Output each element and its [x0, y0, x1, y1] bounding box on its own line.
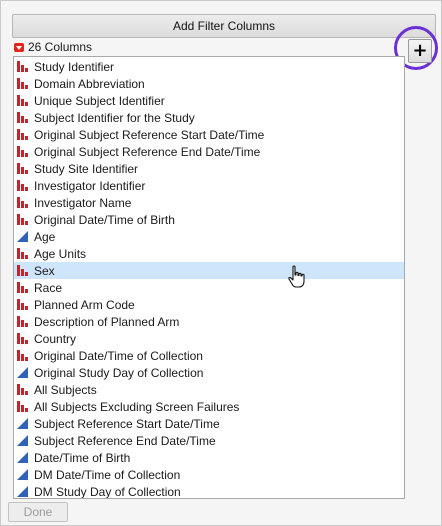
nominal-icon — [17, 333, 28, 344]
column-list-item[interactable]: Original Subject Reference Start Date/Ti… — [14, 126, 404, 143]
continuous-icon — [17, 452, 28, 463]
column-list-item[interactable]: All Subjects — [14, 381, 404, 398]
column-list-item-label: Original Date/Time of Collection — [34, 348, 203, 363]
column-list-item[interactable]: Race — [14, 279, 404, 296]
column-list-item[interactable]: Original Date/Time of Collection — [14, 347, 404, 364]
nominal-icon — [17, 146, 28, 157]
add-button[interactable]: + — [408, 39, 432, 63]
column-list-item[interactable]: Original Date/Time of Birth — [14, 211, 404, 228]
column-list-item[interactable]: Date/Time of Birth — [14, 449, 404, 466]
nominal-icon — [17, 316, 28, 327]
column-count-label: 26 Columns — [28, 40, 93, 54]
column-count-row: 26 Columns — [14, 39, 92, 55]
nominal-icon — [17, 95, 28, 106]
column-list-item-label: Description of Planned Arm — [34, 314, 180, 329]
column-list-item[interactable]: Subject Reference Start Date/Time — [14, 415, 404, 432]
nominal-icon — [17, 401, 28, 412]
column-list-item-label: Subject Reference End Date/Time — [34, 433, 216, 448]
filter-columns-panel: Add Filter Columns 26 Columns + Study Id… — [0, 0, 442, 526]
nominal-icon — [17, 384, 28, 395]
column-list-item[interactable]: Study Site Identifier — [14, 160, 404, 177]
nominal-icon — [17, 299, 28, 310]
nominal-icon — [17, 61, 28, 72]
column-list-item[interactable]: All Subjects Excluding Screen Failures — [14, 398, 404, 415]
column-list-item-label: DM Date/Time of Collection — [34, 467, 181, 482]
column-list-item[interactable]: Investigator Identifier — [14, 177, 404, 194]
column-list-item[interactable]: Original Study Day of Collection — [14, 364, 404, 381]
column-list-item[interactable]: Sex — [14, 262, 404, 279]
column-list-item[interactable]: Subject Identifier for the Study — [14, 109, 404, 126]
nominal-icon — [17, 350, 28, 361]
nominal-icon — [17, 78, 28, 89]
nominal-icon — [17, 129, 28, 140]
column-list-item[interactable]: DM Date/Time of Collection — [14, 466, 404, 483]
column-list-item[interactable]: Domain Abbreviation — [14, 75, 404, 92]
column-list-item[interactable]: Age — [14, 228, 404, 245]
column-list-item-label: Age Units — [34, 246, 87, 261]
column-list-item[interactable]: Study Identifier — [14, 58, 404, 75]
continuous-icon — [17, 435, 28, 446]
column-list-item[interactable]: DM Study Day of Collection — [14, 483, 404, 499]
column-list-item-label: Unique Subject Identifier — [34, 93, 165, 108]
column-list-item-label: Original Study Day of Collection — [34, 365, 204, 380]
nominal-icon — [17, 214, 28, 225]
hand-pointer-icon — [288, 265, 305, 288]
column-list-item[interactable]: Investigator Name — [14, 194, 404, 211]
column-list-item[interactable]: Unique Subject Identifier — [14, 92, 404, 109]
plus-icon: + — [412, 40, 428, 61]
column-list-item-label: Original Subject Reference End Date/Time — [34, 144, 261, 159]
column-list-item-label: All Subjects Excluding Screen Failures — [34, 399, 240, 414]
column-list-item-label: Original Subject Reference Start Date/Ti… — [34, 127, 265, 142]
nominal-icon — [17, 163, 28, 174]
column-list-item[interactable]: Description of Planned Arm — [14, 313, 404, 330]
column-list-item-label: Investigator Identifier — [34, 178, 146, 193]
column-list-item[interactable]: Age Units — [14, 245, 404, 262]
column-list-item-label: All Subjects — [34, 382, 97, 397]
column-list-item-label: Domain Abbreviation — [34, 76, 145, 91]
continuous-icon — [17, 469, 28, 480]
column-list-item-label: Race — [34, 280, 63, 295]
nominal-icon — [17, 197, 28, 208]
disclosure-menu-icon[interactable] — [14, 42, 24, 52]
continuous-icon — [17, 367, 28, 378]
nominal-icon — [17, 248, 28, 259]
column-list-item-label: Planned Arm Code — [34, 297, 135, 312]
column-list-item-label: DM Study Day of Collection — [34, 484, 181, 499]
add-filter-columns-button[interactable]: Add Filter Columns — [12, 14, 436, 38]
column-list-item[interactable]: Original Subject Reference End Date/Time — [14, 143, 404, 160]
nominal-icon — [17, 112, 28, 123]
column-list-item[interactable]: Planned Arm Code — [14, 296, 404, 313]
column-list-item-label: Date/Time of Birth — [34, 450, 131, 465]
nominal-icon — [17, 180, 28, 191]
column-list-item[interactable]: Subject Reference End Date/Time — [14, 432, 404, 449]
done-button[interactable]: Done — [8, 502, 68, 522]
continuous-icon — [17, 418, 28, 429]
nominal-icon — [17, 265, 28, 276]
column-list-item-label: Age — [34, 229, 56, 244]
column-list-item-label: Study Site Identifier — [34, 161, 139, 176]
column-list-item-label: Study Identifier — [34, 59, 115, 74]
continuous-icon — [17, 486, 28, 497]
column-list-item-label: Sex — [34, 263, 55, 278]
column-list-item[interactable]: Country — [14, 330, 404, 347]
column-list-item-label: Subject Reference Start Date/Time — [34, 416, 220, 431]
column-list-item-label: Investigator Name — [34, 195, 132, 210]
column-list[interactable]: Study Identifier Domain Abbreviation Uniqu… — [13, 56, 405, 499]
column-list-item-label: Original Date/Time of Birth — [34, 212, 175, 227]
column-list-item-label: Subject Identifier for the Study — [34, 110, 195, 125]
column-list-item-label: Country — [34, 331, 77, 346]
nominal-icon — [17, 282, 28, 293]
continuous-icon — [17, 231, 28, 242]
